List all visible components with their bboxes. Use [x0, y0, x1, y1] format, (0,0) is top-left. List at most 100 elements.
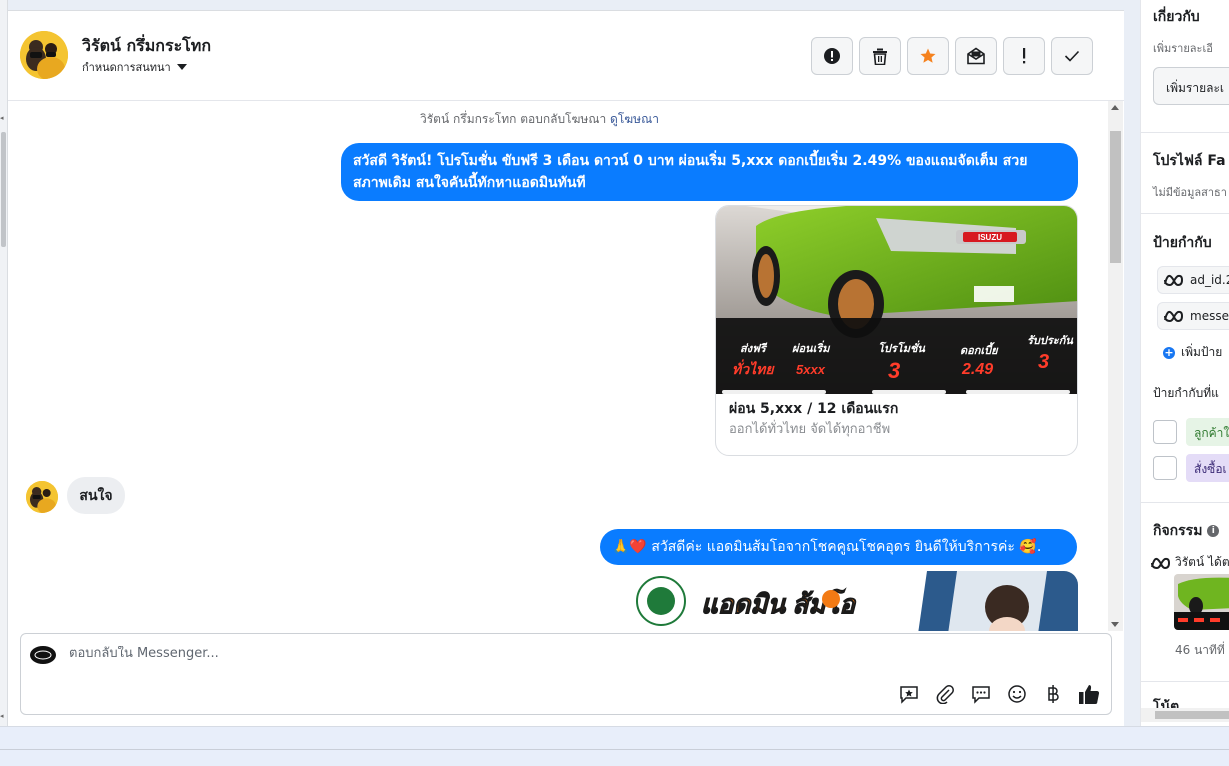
tag-chip[interactable]: messe — [1157, 302, 1229, 330]
conversation-header: วิรัตน์ กรึ่มกระโทก กำหนดการสนทนา — [8, 11, 1124, 101]
saved-reply-button[interactable] — [897, 682, 921, 706]
banner-brand: ISUZU — [978, 233, 1002, 242]
page-avatar — [30, 646, 56, 664]
facebook-profile-section: โปรไฟล์ Fa ไม่มีข้อมูลสาธา — [1141, 133, 1229, 214]
about-title: เกี่ยวกับ — [1153, 9, 1200, 25]
tag-label: ad_id.2 — [1190, 273, 1229, 287]
attach-button[interactable] — [933, 682, 957, 706]
activity-line: วิรัตน์ ได้ต — [1151, 553, 1229, 572]
trash-icon — [873, 48, 887, 65]
add-details-button[interactable]: เพิ่มรายละเ — [1153, 67, 1229, 105]
emoji-button[interactable] — [1005, 682, 1029, 706]
add-tag-label: เพิ่มป้าย — [1181, 345, 1223, 359]
banner-item-5-top: รับประกัน — [1027, 334, 1073, 347]
banner-item-4-top: ดอกเบี้ย — [960, 342, 999, 357]
incoming-message: สนใจ — [67, 477, 125, 514]
conversation-actions — [811, 37, 1093, 75]
suggested-tags-title: ป้ายกำกับที่แ — [1153, 386, 1219, 400]
ad-reply-note: วิรัตน์ กรึ่มกระโทก ตอบกลับโฆษณา ดูโฆษณา — [420, 110, 659, 129]
message-scrollbar[interactable] — [1108, 101, 1123, 631]
flag-button[interactable] — [1003, 37, 1045, 75]
panel-horizontal-scrollbar[interactable] — [1141, 708, 1229, 722]
banner-item-4-bottom: 2.49 — [961, 361, 993, 378]
payment-button[interactable] — [1041, 682, 1065, 706]
like-button[interactable] — [1077, 682, 1101, 706]
banner-item-5-bottom: 3 — [1038, 351, 1049, 373]
emoji-icon — [1008, 685, 1026, 703]
tags-section: ป้ายกำกับ ad_id.2 messe + เพิ่มป้าย ป้าย… — [1141, 214, 1229, 503]
contact-avatar[interactable] — [20, 31, 68, 79]
strip-scroll-thumb[interactable] — [1, 132, 6, 247]
mark-done-button[interactable] — [1051, 37, 1093, 75]
suggested-tag-checkbox[interactable] — [1153, 420, 1177, 444]
contact-name: วิรัตน์ กรึ่มกระโทก — [82, 36, 212, 55]
tag-label: messe — [1190, 309, 1229, 323]
scroll-up-icon[interactable] — [1111, 105, 1119, 110]
facebook-profile-title: โปรไฟล์ Fa — [1153, 153, 1226, 169]
banner-item-3-top: โปรโมชั่น — [878, 340, 925, 355]
ad-card-subtitle: ออกได้ทั่วไทย จัดได้ทุกอาชีพ — [729, 422, 891, 437]
composer-tools — [897, 682, 1101, 706]
banner-item-2-bottom: 5xxx — [796, 362, 826, 377]
suggested-tag[interactable]: ลูกค้าใ — [1186, 418, 1229, 446]
mark-unread-button[interactable] — [955, 37, 997, 75]
conversation-panel: วิรัตน์ กรึ่มกระโทก กำหนดการสนทนา วิรัตน… — [8, 10, 1124, 726]
chat-button[interactable] — [969, 682, 993, 706]
ad-reply-text: วิรัตน์ กรึ่มกระโทก ตอบกลับโฆษณา — [420, 112, 607, 126]
info-icon[interactable]: i — [1207, 525, 1220, 537]
view-ad-link[interactable]: ดูโฆษณา — [610, 112, 659, 126]
suggested-tag-checkbox[interactable] — [1153, 456, 1177, 480]
add-tag-button[interactable]: + เพิ่มป้าย — [1163, 343, 1222, 362]
bottom-bar — [0, 726, 1229, 766]
plus-icon: + — [1163, 345, 1175, 359]
check-icon — [1064, 50, 1080, 62]
activity-title-text: กิจกรรม — [1153, 523, 1203, 539]
scroll-thumb[interactable] — [1110, 131, 1121, 263]
activity-title: กิจกรรม i — [1153, 520, 1220, 542]
contact-avatar-small — [26, 481, 58, 513]
reply-composer — [20, 633, 1112, 715]
tag-chip[interactable]: ad_id.2 — [1157, 266, 1229, 294]
meta-icon — [1164, 274, 1184, 286]
scroll-down-icon[interactable] — [1111, 622, 1119, 627]
exclamation-icon — [1023, 48, 1026, 64]
about-subtitle: เพิ่มรายละเอี — [1153, 42, 1213, 55]
strip-down-arrow-icon[interactable]: ◂ — [0, 712, 4, 720]
assign-conversation-dropdown[interactable]: กำหนดการสนทนา — [82, 58, 187, 76]
outgoing-message: สวัสดี วิรัตน์! โปรโมชั่น ขับฟรี 3 เดือน… — [341, 143, 1078, 201]
caret-down-icon — [176, 64, 187, 70]
message-list[interactable]: วิรัตน์ กรึ่มกระโทก ตอบกลับโฆษณา ดูโฆษณา… — [8, 101, 1108, 631]
ad-card-image: ISUZU ส่งฟรี ทั่วไทย ผ่อนเริ่ม 5xxx โปรโ… — [716, 206, 1077, 394]
attach-icon — [936, 685, 954, 704]
saved-reply-icon — [900, 686, 918, 704]
left-scroll-strip[interactable]: ◂ ◂ — [0, 0, 8, 726]
meta-icon — [1151, 557, 1171, 569]
report-button[interactable] — [811, 37, 853, 75]
activity-ad-thumbnail[interactable] — [1174, 574, 1229, 630]
mark-unread-icon — [967, 47, 985, 65]
delete-button[interactable] — [859, 37, 901, 75]
contact-details-panel: เกี่ยวกับ เพิ่มรายละเอี เพิ่มรายละเ โปรไ… — [1140, 0, 1229, 726]
like-icon — [1079, 685, 1100, 704]
reply-input[interactable] — [69, 646, 769, 661]
bottom-divider — [0, 749, 1229, 750]
meta-icon — [1164, 310, 1184, 322]
tags-title: ป้ายกำกับ — [1153, 235, 1212, 251]
report-icon — [824, 48, 840, 64]
ad-card[interactable]: ISUZU ส่งฟรี ทั่วไทย ผ่อนเริ่ม 5xxx โปรโ… — [715, 205, 1078, 456]
banner-item-2-top: ผ่อนเริ่ม — [792, 340, 831, 355]
suggested-tag[interactable]: สั่งซื้อเ — [1186, 454, 1229, 482]
assign-label: กำหนดการสนทนา — [82, 61, 171, 74]
activity-time: 46 นาทีที่ — [1175, 643, 1225, 657]
banner-item-1-top: ส่งฟรี — [740, 342, 768, 355]
strip-up-arrow-icon[interactable]: ◂ — [0, 114, 4, 122]
facebook-profile-subtitle: ไม่มีข้อมูลสาธา — [1153, 186, 1227, 199]
about-section: เกี่ยวกับ เพิ่มรายละเอี เพิ่มรายละเ — [1141, 0, 1229, 133]
baht-icon — [1048, 685, 1059, 703]
activity-text: วิรัตน์ ได้ต — [1175, 555, 1229, 569]
star-button[interactable] — [907, 37, 949, 75]
star-icon — [920, 48, 936, 63]
ad-card-title: ผ่อน 5,xxx / 12 เดือนแรก — [729, 401, 899, 417]
panel-scroll-thumb[interactable] — [1155, 711, 1229, 719]
admin-banner-image[interactable]: แอดมิน ส้มโอ — [627, 571, 1078, 631]
